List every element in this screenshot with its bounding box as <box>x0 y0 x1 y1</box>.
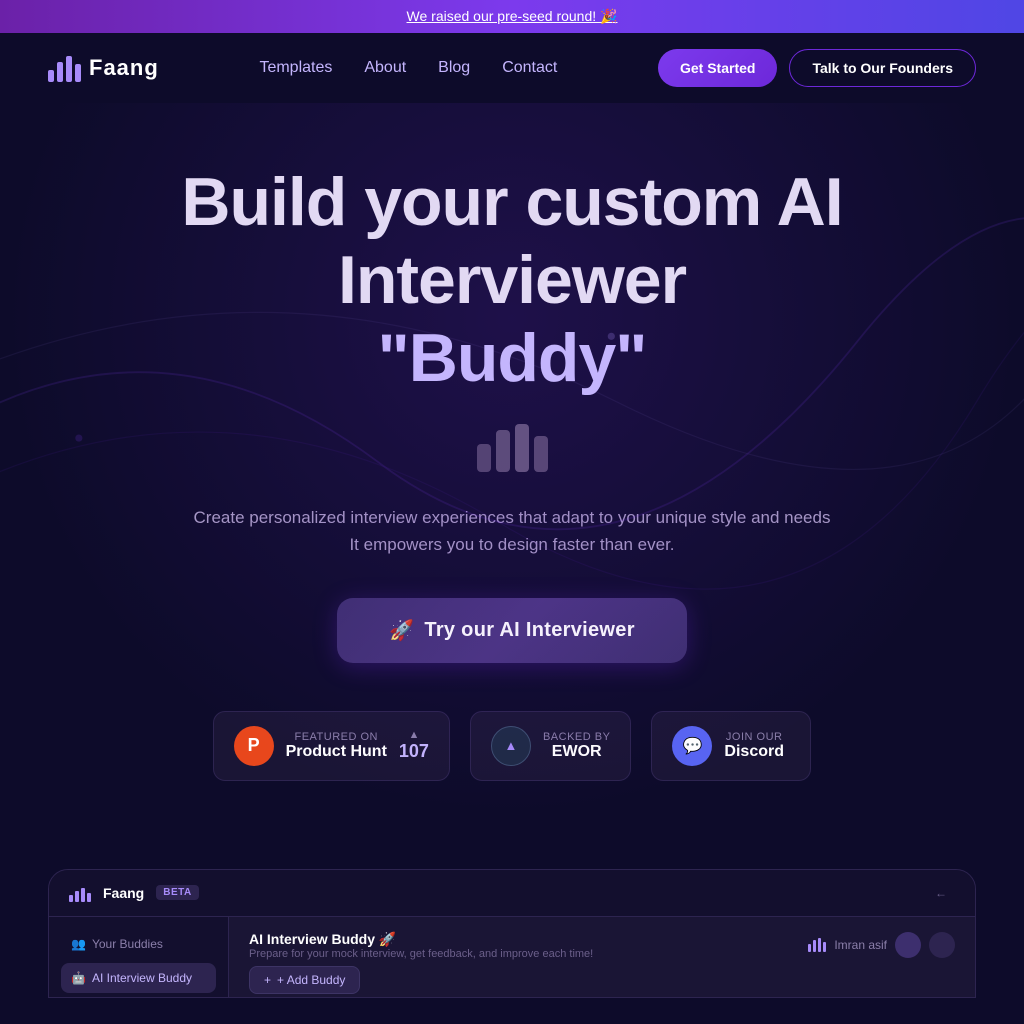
user-name: Imran asif <box>834 938 887 952</box>
talk-founders-button[interactable]: Talk to Our Founders <box>789 49 976 87</box>
ewor-label: Backed by <box>543 731 610 743</box>
get-started-button[interactable]: Get Started <box>658 49 777 87</box>
user-avatar <box>895 932 921 958</box>
ewor-text: Backed by EWOR <box>543 731 610 761</box>
app-sidebar: 👥 Your Buddies 🤖 AI Interview Buddy <box>49 917 229 997</box>
logo-icon <box>48 54 81 82</box>
nav-about[interactable]: About <box>364 59 406 77</box>
app-preview: Faang BETA ← 👥 Your Buddies 🤖 AI Intervi… <box>48 869 976 998</box>
nav-templates[interactable]: Templates <box>259 59 332 77</box>
hero-title-line3: "Buddy" <box>48 319 976 397</box>
app-main-title: AI Interview Buddy 🚀 <box>249 931 593 948</box>
ai-buddy-icon: 🤖 <box>71 971 86 985</box>
cta-label: Try our AI Interviewer <box>424 619 634 642</box>
product-hunt-icon: P <box>234 726 274 766</box>
beta-badge: BETA <box>156 885 198 900</box>
app-user-info: Imran asif <box>808 932 955 958</box>
hero-title-line1: Build your custom AI <box>48 163 976 241</box>
count-value: 107 <box>399 741 429 762</box>
hero-subtitle: Create personalized interview experience… <box>48 504 976 558</box>
hero-subtitle-line1: Create personalized interview experience… <box>48 504 976 531</box>
discord-text: Join Our Discord <box>724 731 784 761</box>
app-header: Faang BETA ← <box>49 870 975 917</box>
ewor-name: EWOR <box>552 743 602 760</box>
product-hunt-text: FEATURED ON Product Hunt <box>286 731 387 761</box>
upvote-icon: ▲ <box>409 729 420 741</box>
hero-subtitle-line2: It empowers you to design faster than ev… <box>48 531 976 558</box>
app-logo-icon <box>69 884 91 902</box>
cta-button[interactable]: 🚀 Try our AI Interviewer <box>337 598 687 663</box>
add-icon: + <box>264 973 271 987</box>
add-buddy-label: + Add Buddy <box>277 973 345 987</box>
rocket-icon: 🚀 <box>389 618 414 643</box>
hero-logo-bars <box>48 422 976 472</box>
add-buddy-button[interactable]: + + Add Buddy <box>249 966 360 994</box>
social-proof-badges: P FEATURED ON Product Hunt ▲ 107 ▲ Backe… <box>48 711 976 781</box>
discord-icon: 💬 <box>672 726 712 766</box>
product-hunt-count: ▲ 107 <box>399 729 429 762</box>
app-main-content: AI Interview Buddy 🚀 Prepare for your mo… <box>229 917 975 997</box>
nav-links: Templates About Blog Contact <box>259 59 557 77</box>
product-hunt-badge[interactable]: P FEATURED ON Product Hunt ▲ 107 <box>213 711 450 781</box>
app-logo-text: Faang <box>103 885 144 901</box>
navbar: Faang Templates About Blog Contact Get S… <box>0 33 1024 103</box>
discord-label: Join Our <box>724 731 784 743</box>
app-main-subtitle: Prepare for your mock interview, get fee… <box>249 948 593 960</box>
settings-avatar <box>929 932 955 958</box>
app-body: 👥 Your Buddies 🤖 AI Interview Buddy AI I… <box>49 917 975 997</box>
logo-text: Faang <box>89 55 159 81</box>
app-main-header: AI Interview Buddy 🚀 Prepare for your mo… <box>249 931 955 960</box>
ewor-badge[interactable]: ▲ Backed by EWOR <box>470 711 631 781</box>
banner-link[interactable]: We raised our pre-seed round! 🎉 <box>407 8 618 24</box>
buddies-icon: 👥 <box>71 937 86 951</box>
hero-title: Build your custom AI Interviewer "Buddy" <box>48 163 976 398</box>
logo[interactable]: Faang <box>48 54 159 82</box>
nav-buttons: Get Started Talk to Our Founders <box>658 49 976 87</box>
sidebar-item-ai-buddy[interactable]: 🤖 AI Interview Buddy <box>61 963 216 993</box>
product-hunt-label: FEATURED ON <box>286 731 387 743</box>
product-hunt-name: Product Hunt <box>286 743 387 760</box>
app-title-group: AI Interview Buddy 🚀 Prepare for your mo… <box>249 931 593 960</box>
sidebar-item-buddies[interactable]: 👥 Your Buddies <box>61 929 216 959</box>
discord-name: Discord <box>724 743 784 760</box>
nav-blog[interactable]: Blog <box>438 59 470 77</box>
top-banner: We raised our pre-seed round! 🎉 <box>0 0 1024 33</box>
hero-section: Build your custom AI Interviewer "Buddy"… <box>0 103 1024 821</box>
hero-title-line2: Interviewer <box>48 241 976 319</box>
nav-contact[interactable]: Contact <box>502 59 557 77</box>
discord-badge[interactable]: 💬 Join Our Discord <box>651 711 811 781</box>
ewor-icon: ▲ <box>491 726 531 766</box>
